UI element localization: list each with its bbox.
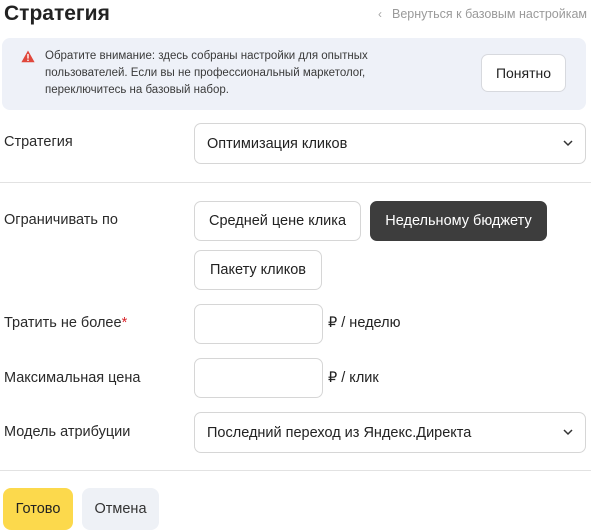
max-price-unit: ₽ / клик (328, 370, 379, 386)
max-price-input[interactable] (194, 358, 323, 398)
spend-limit-label: Тратить не более* (4, 315, 127, 331)
page-title: Стратегия (4, 2, 110, 25)
attribution-select-value: Последний переход из Яндекс.Директа (207, 424, 472, 441)
chevron-down-icon (563, 429, 573, 436)
spend-unit: ₽ / неделю (328, 315, 401, 331)
warning-triangle-icon (21, 50, 35, 63)
strategy-select-value: Оптимизация кликов (207, 135, 348, 152)
notice-text: Обратите внимание: здесь собраны настрой… (45, 50, 368, 96)
strategy-select[interactable]: Оптимизация кликов (194, 123, 586, 164)
done-button[interactable]: Готово (3, 488, 73, 530)
cancel-button[interactable]: Отмена (82, 488, 159, 530)
back-link-label: Вернуться к базовым настройкам (392, 7, 587, 21)
limit-label: Ограничивать по (4, 212, 118, 228)
chevron-down-icon (563, 140, 573, 147)
spend-limit-label-text: Тратить не более (4, 315, 122, 331)
divider (0, 182, 591, 183)
strategy-label: Стратегия (4, 134, 73, 150)
divider (0, 470, 591, 471)
required-mark: * (121, 315, 128, 331)
limit-option-weekly-budget[interactable]: Недельному бюджету (370, 201, 547, 241)
expert-settings-notice: Обратите внимание: здесь собраны настрой… (2, 38, 586, 110)
back-to-basic-link[interactable]: ‹ Вернуться к базовым настройкам (378, 7, 587, 21)
attribution-label: Модель атрибуции (4, 424, 131, 440)
chevron-left-icon: ‹ (378, 7, 382, 21)
spend-limit-input[interactable] (194, 304, 323, 344)
max-price-label: Максимальная цена (4, 370, 141, 386)
attribution-select[interactable]: Последний переход из Яндекс.Директа (194, 412, 586, 453)
understood-button[interactable]: Понятно (481, 54, 566, 92)
limit-option-click-package[interactable]: Пакету кликов (194, 250, 322, 290)
limit-option-avg-cpc[interactable]: Средней цене клика (194, 201, 361, 241)
